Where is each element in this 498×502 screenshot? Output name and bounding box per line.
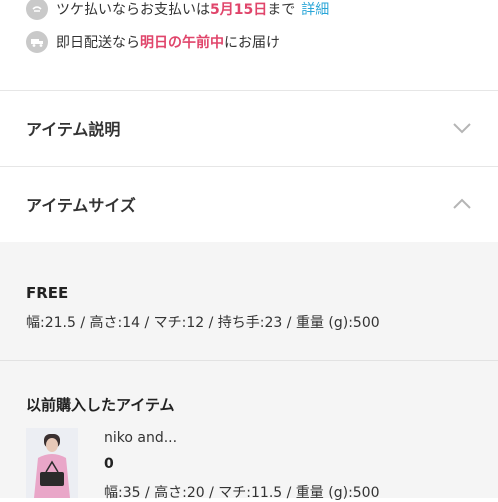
payment-date: 5月15日 [210,2,268,18]
delivery-highlight: 明日の午前中 [140,35,224,51]
payment-detail-link[interactable]: 詳細 [301,0,329,19]
previous-purchase-title: 以前購入したアイテム [26,396,175,414]
size-label: FREE [26,284,69,302]
divider [0,360,498,361]
payment-text-after: まで [267,2,296,18]
accordion-size-title: アイテムサイズ [26,196,136,215]
delivery-text-after: にお届け [224,35,280,51]
accordion-description-title: アイテム説明 [26,120,121,139]
previous-item-size: 0 [104,456,114,472]
delivery-notice: 即日配送なら 明日の午前中 にお届け [26,29,280,55]
payment-notice: ツケ払いならお支払いは 5月15日 まで 詳細 [26,0,329,22]
chevron-down-icon [452,122,472,134]
previous-item-spec: 幅:35 / 高さ:20 / マチ:11.5 / 重量 (g):500 [104,485,380,501]
chevron-up-icon [452,198,472,210]
previous-item-thumbnail[interactable] [26,428,78,498]
truck-icon [26,31,48,53]
accordion-item-description[interactable]: アイテム説明 [0,91,498,165]
delivery-text-before: 即日配送なら [56,35,140,51]
size-spec: 幅:21.5 / 高さ:14 / マチ:12 / 持ち手:23 / 重量 (g)… [26,315,380,331]
tsuke-icon [26,0,48,20]
payment-text-before: ツケ払いならお支払いは [56,2,210,18]
previous-item-brand[interactable]: niko and... [104,430,177,446]
size-section: FREE 幅:21.5 / 高さ:14 / マチ:12 / 持ち手:23 / 重… [0,242,498,501]
accordion-item-size[interactable]: アイテムサイズ [0,167,498,241]
